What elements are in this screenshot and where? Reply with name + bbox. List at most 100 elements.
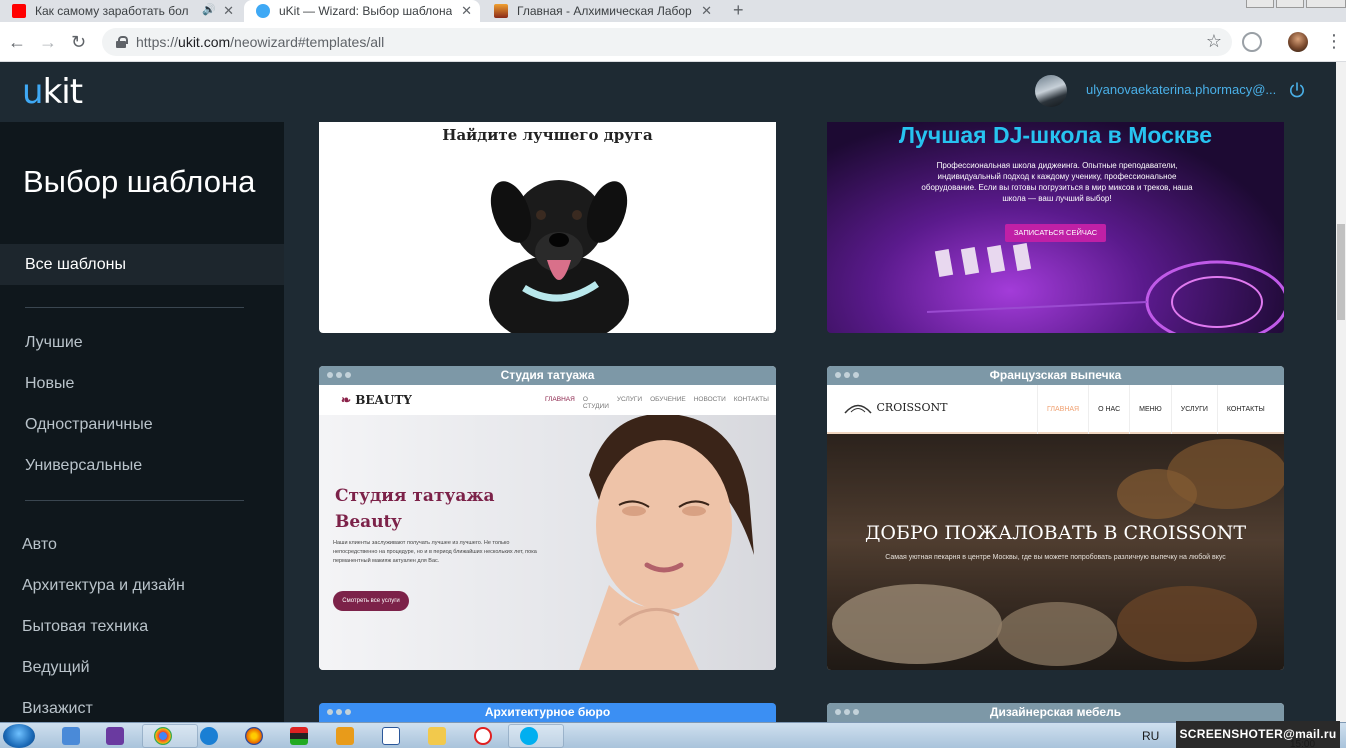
template-cta-button: ЗАПИСАТЬСЯ СЕЙЧАС	[1005, 224, 1106, 242]
preview-logo: ❧ BEAUTY	[341, 393, 412, 407]
preview-menu-item: О НАС	[1088, 385, 1129, 434]
template-name: Французская выпечка	[989, 368, 1122, 382]
internet-explorer-icon[interactable]	[200, 727, 218, 745]
system-clock[interactable]: 15:00	[1290, 739, 1315, 748]
ukit-logo[interactable]: ukit	[22, 72, 83, 112]
forward-icon[interactable]: →	[39, 31, 57, 53]
template-card-croissant[interactable]: Французская выпечка CROISSONT ГЛАВНАЯ О …	[827, 366, 1284, 670]
chrome-menu-icon[interactable]: ⋮	[1325, 30, 1343, 52]
start-button[interactable]	[3, 724, 35, 748]
preview-menu: ГЛАВНАЯ О СТУДИИ УСЛУГИ ОБУЧЕНИЕ НОВОСТИ…	[545, 396, 776, 410]
preview-menu-item: О СТУДИИ	[582, 396, 609, 410]
sidebar-item-onepage[interactable]: Одностраничные	[25, 416, 153, 434]
skype-icon[interactable]	[520, 727, 538, 745]
logo-kit: kit	[42, 72, 83, 112]
sidebar-item-universal[interactable]: Универсальные	[25, 457, 142, 475]
scrollbar-thumb[interactable]	[1337, 224, 1345, 320]
template-card-dog[interactable]: Найдите лучшего друга	[319, 122, 776, 333]
template-name: Архитектурное бюро	[484, 705, 611, 719]
template-title-bar: Французская выпечка	[827, 366, 1284, 385]
app-flag-icon[interactable]	[290, 727, 308, 745]
preview-nav: CROISSONT ГЛАВНАЯ О НАС МЕНЮ УСЛУГИ КОНТ…	[827, 385, 1284, 434]
reload-icon[interactable]: ↻	[71, 31, 86, 53]
tab-title: Как самому заработать бол	[35, 4, 189, 18]
sidebar-item-appliances[interactable]: Бытовая техника	[22, 618, 148, 636]
dj-console-illustration	[927, 242, 1284, 333]
template-title-bar: Архитектурное бюро	[319, 703, 776, 722]
profile-avatar[interactable]	[1288, 32, 1308, 52]
sidebar-item-architecture[interactable]: Архитектура и дизайн	[22, 577, 185, 595]
browser-tab-ukit[interactable]: uKit — Wizard: Выбор шаблона ✕	[244, 0, 480, 22]
preview-menu-item: ОБУЧЕНИЕ	[650, 396, 686, 403]
sidebar-item-best[interactable]: Лучшие	[25, 334, 83, 352]
explorer-icon[interactable]	[62, 727, 80, 745]
new-tab-button[interactable]: +	[733, 0, 744, 20]
preview-menu-item: КОНТАКТЫ	[1216, 385, 1274, 434]
browser-tab-strip: Как самому заработать бол 🔊 ✕ uKit — Wiz…	[0, 0, 1346, 22]
firefox-icon[interactable]	[245, 727, 263, 745]
close-tab-icon[interactable]: ✕	[461, 3, 472, 19]
logo-text: CROISSONT	[876, 401, 948, 414]
lock-icon	[116, 36, 128, 48]
address-bar[interactable]: https://ukit.com/neowizard#templates/all…	[102, 28, 1232, 56]
preview-heading: ДОБРО ПОЖАЛОВАТЬ В CROISSONT	[864, 522, 1247, 544]
sidebar-divider	[25, 500, 244, 501]
user-avatar[interactable]	[1035, 75, 1067, 107]
dog-illustration	[489, 180, 629, 333]
preview-menu-item: ГЛАВНАЯ	[1037, 385, 1088, 434]
sidebar-item-host[interactable]: Ведущий	[22, 659, 90, 677]
visual-studio-icon[interactable]	[106, 727, 124, 745]
preview-menu-item: ГЛАВНАЯ	[545, 396, 575, 403]
preview-menu: ГЛАВНАЯ О НАС МЕНЮ УСЛУГИ КОНТАКТЫ	[1037, 385, 1274, 434]
close-window-icon[interactable]	[1306, 0, 1346, 8]
language-indicator[interactable]: RU	[1142, 729, 1159, 743]
minimize-icon[interactable]	[1246, 0, 1274, 8]
user-email[interactable]: ulyanovaekaterina.phormacy@...	[1086, 82, 1276, 97]
url-scheme: https://	[136, 34, 179, 50]
preview-hero: ДОБРО ПОЖАЛОВАТЬ В CROISSONT Самая уютна…	[827, 434, 1284, 670]
leaf-icon: ❧	[341, 393, 352, 407]
url-host: ukit.com	[178, 34, 231, 50]
sidebar-item-new[interactable]: Новые	[25, 375, 74, 393]
page-scrollbar[interactable]	[1336, 62, 1346, 724]
template-description: Профессиональная школа диджеинга. Опытны…	[921, 161, 1193, 203]
template-name: Студия татуажа	[500, 368, 595, 382]
woman-face-illustration	[579, 415, 754, 670]
yandex-browser-icon[interactable]	[474, 727, 492, 745]
audio-icon[interactable]: 🔊	[202, 3, 216, 16]
ukit-favicon-icon	[256, 4, 270, 18]
extension-icon[interactable]	[1242, 32, 1262, 52]
media-player-icon[interactable]	[336, 727, 354, 745]
sidebar-item-auto[interactable]: Авто	[22, 536, 57, 554]
close-tab-icon[interactable]: ✕	[223, 3, 234, 19]
maximize-icon[interactable]	[1276, 0, 1304, 8]
chrome-icon[interactable]	[154, 727, 172, 745]
preview-button: Смотреть все услуги	[333, 591, 409, 611]
folder-icon[interactable]	[428, 727, 446, 745]
windows-taskbar: RU	[0, 722, 1346, 748]
window-controls	[1244, 0, 1346, 8]
template-card-architecture[interactable]: Архитектурное бюро	[319, 703, 776, 722]
word-icon[interactable]	[382, 727, 400, 745]
preview-heading-line: Студия татуажа	[335, 486, 495, 506]
browser-tab-alchemy[interactable]: Главная - Алхимическая Лабор ✕	[482, 0, 720, 22]
template-card-tattoo[interactable]: Студия татуажа ❧ BEAUTY ГЛАВНАЯ О СТУДИИ…	[319, 366, 776, 670]
close-tab-icon[interactable]: ✕	[701, 3, 712, 19]
browser-tab-youtube[interactable]: Как самому заработать бол 🔊 ✕	[0, 0, 242, 22]
pastries-illustration	[827, 434, 1284, 670]
preview-heading: Студия татуажа Beauty	[335, 483, 495, 535]
preview-description: Самая уютная пекарня в центре Москвы, гд…	[885, 554, 1226, 561]
back-icon[interactable]: ←	[8, 31, 26, 53]
tab-title: uKit — Wizard: Выбор шаблона	[279, 4, 453, 18]
template-title-bar: Дизайнерская мебель	[827, 703, 1284, 722]
youtube-icon	[12, 4, 26, 18]
template-card-dj[interactable]: Лучшая DJ-школа в Москве Профессиональна…	[827, 122, 1284, 333]
logout-power-icon[interactable]	[1288, 81, 1306, 99]
template-category-sidebar: Выбор шаблона Все шаблоны Лучшие Новые О…	[0, 122, 284, 722]
sidebar-item-all-templates[interactable]: Все шаблоны	[0, 244, 284, 285]
template-heading: Найдите лучшего друга	[442, 126, 653, 144]
template-card-furniture[interactable]: Дизайнерская мебель	[827, 703, 1284, 722]
sidebar-item-makeup[interactable]: Визажист	[22, 700, 93, 718]
browser-toolbar: ← → ↻ https://ukit.com/neowizard#templat…	[0, 22, 1346, 62]
bookmark-star-icon[interactable]: ☆	[1206, 31, 1222, 52]
